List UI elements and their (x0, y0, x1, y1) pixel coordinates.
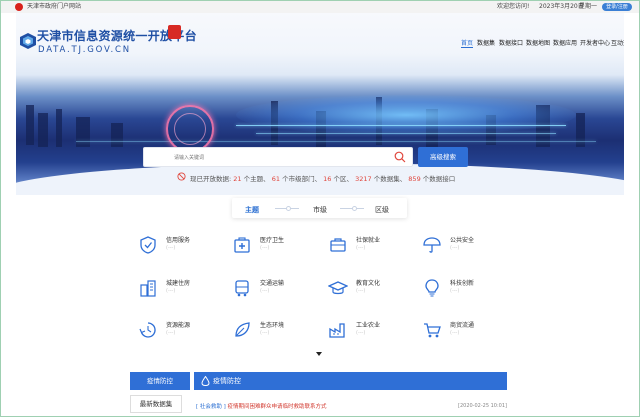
cart-icon (424, 323, 441, 338)
no-entry-icon (177, 172, 186, 181)
nav-active-indicator (461, 47, 473, 48)
news-source: [ 社会救助 ] (196, 404, 226, 410)
latest-datasets-button[interactable]: 最新数据集 (130, 395, 182, 413)
leaf-icon (235, 322, 250, 337)
stat-datasets: 3217 (355, 175, 372, 183)
epidemic-panel-title: 疫情防控 (213, 377, 241, 385)
top-bar: 天津市政府门户网站 欢迎您访问! 2023年3月20日 星期一 登录/注册 (1, 1, 639, 13)
factory-icon (329, 323, 345, 338)
open-data-stats: 现已开放数据: 21 个主题、 61 个市级部门、 16 个区、 3217 个数… (190, 175, 456, 183)
tab-city-level[interactable]: 市级 (313, 205, 327, 215)
briefcase-icon (330, 238, 346, 252)
medical-box-icon (234, 237, 250, 253)
expand-down-icon[interactable] (316, 352, 322, 356)
nav-interaction[interactable]: 互动交流 (611, 38, 624, 47)
seal-logo (168, 25, 181, 39)
tab-topic[interactable]: 主题 (245, 205, 259, 215)
nav-developer-center[interactable]: 开发者中心 (580, 38, 610, 47)
category-transportation[interactable]: 交通运输 (---) (232, 276, 342, 306)
nav-data-apps[interactable]: 数据应用 (553, 38, 577, 47)
search-input[interactable] (174, 153, 374, 163)
bus-icon (235, 280, 249, 297)
stat-apis: 859 (408, 175, 421, 183)
graduation-cap-icon (328, 281, 348, 295)
news-item[interactable]: [ 社会救助 ] 疫情期间困难群众申请临时救助联系方式 (196, 402, 327, 410)
category-ecology-environment[interactable]: 生态环境 (---) (232, 318, 342, 348)
advanced-search-button[interactable]: 高级搜索 (418, 147, 468, 167)
nav-data-api[interactable]: 数据接口 (499, 38, 523, 47)
stat-topics: 21 (233, 175, 242, 183)
lightbulb-icon (425, 279, 439, 297)
tab-connector-dot (286, 206, 291, 211)
news-title[interactable]: 疫情期间困难群众申请临时救助联系方式 (228, 404, 327, 410)
category-healthcare[interactable]: 医疗卫生 (---) (232, 233, 342, 263)
nav-home[interactable]: 首页 (461, 38, 473, 47)
login-register-button[interactable]: 登录/注册 (602, 3, 632, 11)
national-emblem-icon (15, 3, 23, 11)
platform-logo-icon (20, 33, 36, 49)
news-date: [2020-02-25 10:01] (458, 403, 507, 409)
epidemic-control-button[interactable]: 疫情防控 (130, 372, 190, 390)
recycle-icon (139, 322, 156, 338)
category-trade-circulation[interactable]: 商贸流通 (---) (422, 318, 532, 348)
shield-icon (140, 236, 156, 254)
nav-data-map[interactable]: 数据地图 (526, 38, 550, 47)
gov-portal-link[interactable]: 天津市政府门户网站 (27, 2, 81, 12)
category-public-safety[interactable]: 公共安全 (---) (422, 233, 532, 263)
nav-datasets[interactable]: 数据集 (477, 38, 495, 47)
umbrella-icon (423, 237, 441, 253)
search-box[interactable] (143, 147, 413, 167)
epidemic-panel-header: 疫情防控 (194, 372, 507, 390)
platform-domain: DATA.TJ.GOV.CN (38, 45, 131, 55)
hero-banner: 天津市信息资源统一开放平台 DATA.TJ.GOV.CN 首页 数据集 数据接口… (16, 13, 624, 195)
buildings-icon (140, 280, 156, 297)
stat-departments: 61 (271, 175, 280, 183)
water-drop-icon (201, 376, 210, 386)
search-icon[interactable] (394, 151, 406, 163)
welcome-text: 欢迎您访问! (497, 3, 530, 10)
current-date: 2023年3月20日 (539, 3, 584, 10)
stat-districts: 16 (323, 175, 332, 183)
category-tech-innovation[interactable]: 科技创新 (---) (422, 276, 532, 306)
tab-district-level[interactable]: 区级 (375, 205, 389, 215)
current-weekday: 星期一 (579, 3, 598, 10)
tab-connector-dot (352, 206, 357, 211)
